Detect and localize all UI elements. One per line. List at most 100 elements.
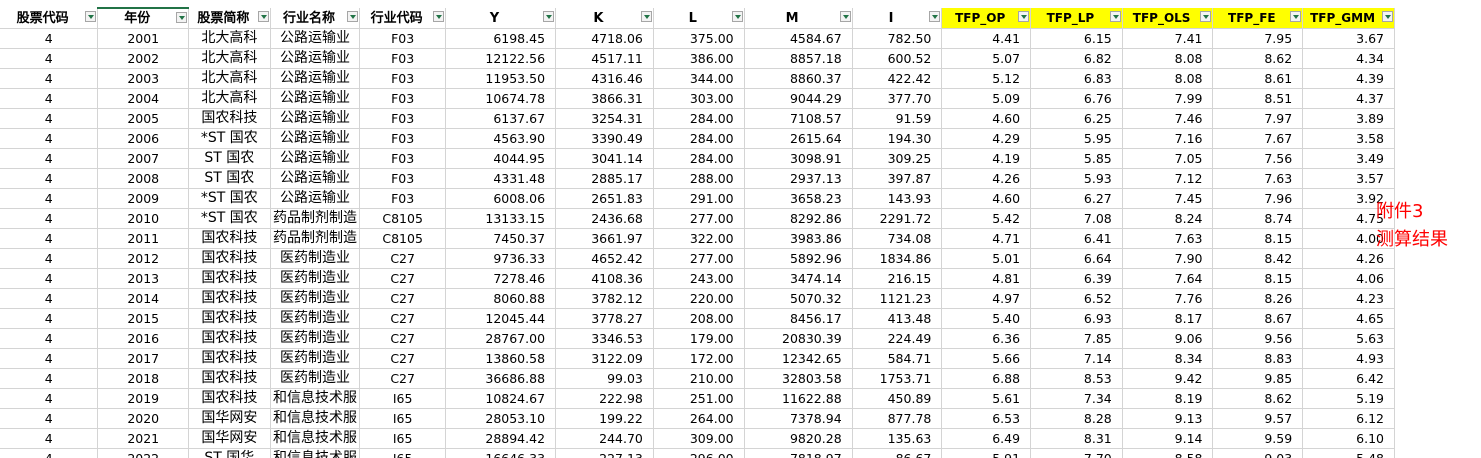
table-cell[interactable]: 422.42 [852,68,943,89]
table-cell[interactable]: 2007 [97,148,190,169]
table-cell[interactable]: 8.62 [1212,388,1304,409]
table-cell[interactable]: *ST 国农 [188,188,271,209]
table-cell[interactable]: 7.99 [1122,88,1214,109]
table-cell[interactable]: 2937.13 [744,168,853,189]
table-cell[interactable]: 28894.42 [445,428,557,449]
table-cell[interactable]: 4.39 [1302,68,1395,89]
table-cell[interactable]: 135.63 [852,428,943,449]
filter-dropdown-icon[interactable] [432,11,444,22]
table-cell[interactable]: 国农科技 [188,348,271,369]
table-cell[interactable]: 8.42 [1212,248,1304,269]
table-cell[interactable]: 9.13 [1122,408,1214,429]
table-cell[interactable]: 6.36 [941,328,1032,349]
table-cell[interactable]: 国华网安 [188,428,271,449]
table-cell[interactable]: 7.97 [1212,108,1304,129]
table-cell[interactable]: 8.28 [1030,408,1123,429]
table-cell[interactable]: 国农科技 [188,388,271,409]
table-cell[interactable]: 7.63 [1122,228,1214,249]
table-cell[interactable]: 4 [0,448,99,458]
table-cell[interactable]: 北大高科 [188,48,271,69]
table-cell[interactable]: 公路运输业 [270,108,361,129]
table-cell[interactable]: 医药制造业 [270,328,361,349]
table-cell[interactable]: 9.57 [1212,408,1304,429]
table-cell[interactable]: 国农科技 [188,368,271,389]
table-cell[interactable]: 5.63 [1302,328,1395,349]
table-cell[interactable]: 5.61 [941,388,1032,409]
table-cell[interactable]: 6.42 [1302,368,1395,389]
table-cell[interactable]: 医药制造业 [270,308,361,329]
table-cell[interactable]: 6.88 [941,368,1032,389]
table-cell[interactable]: F03 [359,168,446,189]
table-cell[interactable]: 2017 [97,348,190,369]
table-cell[interactable]: C27 [359,368,446,389]
table-cell[interactable]: 3098.91 [744,148,853,169]
table-cell[interactable]: 322.00 [653,228,745,249]
table-cell[interactable]: 227.13 [555,448,654,458]
table-cell[interactable]: 12342.65 [744,348,853,369]
table-cell[interactable]: 4044.95 [445,148,557,169]
table-cell[interactable]: 2004 [97,88,190,109]
table-cell[interactable]: 179.00 [653,328,745,349]
filter-dropdown-icon[interactable] [1382,11,1393,22]
table-cell[interactable]: 2436.68 [555,208,654,229]
table-cell[interactable]: 4.41 [941,28,1032,49]
table-cell[interactable]: 4.23 [1302,288,1395,309]
table-cell[interactable]: 36686.88 [445,368,557,389]
table-cell[interactable]: 8060.88 [445,288,557,309]
table-cell[interactable]: 5.93 [1030,168,1123,189]
table-cell[interactable]: 4.06 [1302,268,1395,289]
table-cell[interactable]: C27 [359,268,446,289]
table-cell[interactable]: 公路运输业 [270,28,361,49]
filter-dropdown-icon[interactable] [839,11,851,22]
table-cell[interactable]: 5.09 [941,88,1032,109]
table-cell[interactable]: 1834.86 [852,248,943,269]
table-cell[interactable]: 194.30 [852,128,943,149]
table-cell[interactable]: 3661.97 [555,228,654,249]
table-cell[interactable]: F03 [359,88,446,109]
table-cell[interactable]: 7278.46 [445,268,557,289]
column-header-2[interactable]: 股票简称 [188,8,271,29]
filter-dropdown-icon[interactable] [1018,11,1030,22]
table-cell[interactable]: 3.49 [1302,148,1395,169]
table-cell[interactable]: 296.00 [653,448,745,458]
table-cell[interactable]: 4.60 [941,188,1032,209]
table-cell[interactable]: 9.06 [1122,328,1214,349]
table-cell[interactable]: 5070.32 [744,288,853,309]
table-cell[interactable]: *ST 国农 [188,208,271,229]
table-cell[interactable]: 医药制造业 [270,368,361,389]
table-cell[interactable]: 6008.06 [445,188,557,209]
table-cell[interactable]: 3782.12 [555,288,654,309]
table-cell[interactable]: C27 [359,328,446,349]
table-cell[interactable]: 4 [0,128,99,149]
table-cell[interactable]: 303.00 [653,88,745,109]
table-cell[interactable]: 国农科技 [188,288,271,309]
table-cell[interactable]: 6.27 [1030,188,1123,209]
table-cell[interactable]: 9.14 [1122,428,1214,449]
table-cell[interactable]: 3658.23 [744,188,853,209]
table-cell[interactable]: 医药制造业 [270,248,361,269]
table-cell[interactable]: 216.15 [852,268,943,289]
table-cell[interactable]: 2001 [97,28,190,49]
table-cell[interactable]: 8.17 [1122,308,1214,329]
table-cell[interactable]: ST 国农 [188,148,271,169]
table-cell[interactable]: 4 [0,68,99,89]
table-cell[interactable]: 5.12 [941,68,1032,89]
table-cell[interactable]: 2020 [97,408,190,429]
table-cell[interactable]: 4 [0,248,99,269]
table-cell[interactable]: 4652.42 [555,248,654,269]
filter-dropdown-icon[interactable] [257,11,269,22]
table-cell[interactable]: 2009 [97,188,190,209]
table-cell[interactable]: 6137.67 [445,108,557,129]
table-cell[interactable]: 7.85 [1030,328,1123,349]
column-header-3[interactable]: 行业名称 [270,8,361,29]
table-cell[interactable]: 5.07 [941,48,1032,69]
table-cell[interactable]: 199.22 [555,408,654,429]
table-cell[interactable]: 8.58 [1122,448,1214,458]
table-cell[interactable]: 国农科技 [188,268,271,289]
table-cell[interactable]: 4.71 [941,228,1032,249]
table-cell[interactable]: 6.53 [941,408,1032,429]
table-cell[interactable]: 7.14 [1030,348,1123,369]
table-cell[interactable]: 国农科技 [188,108,271,129]
table-cell[interactable]: 2021 [97,428,190,449]
table-cell[interactable]: 4 [0,388,99,409]
